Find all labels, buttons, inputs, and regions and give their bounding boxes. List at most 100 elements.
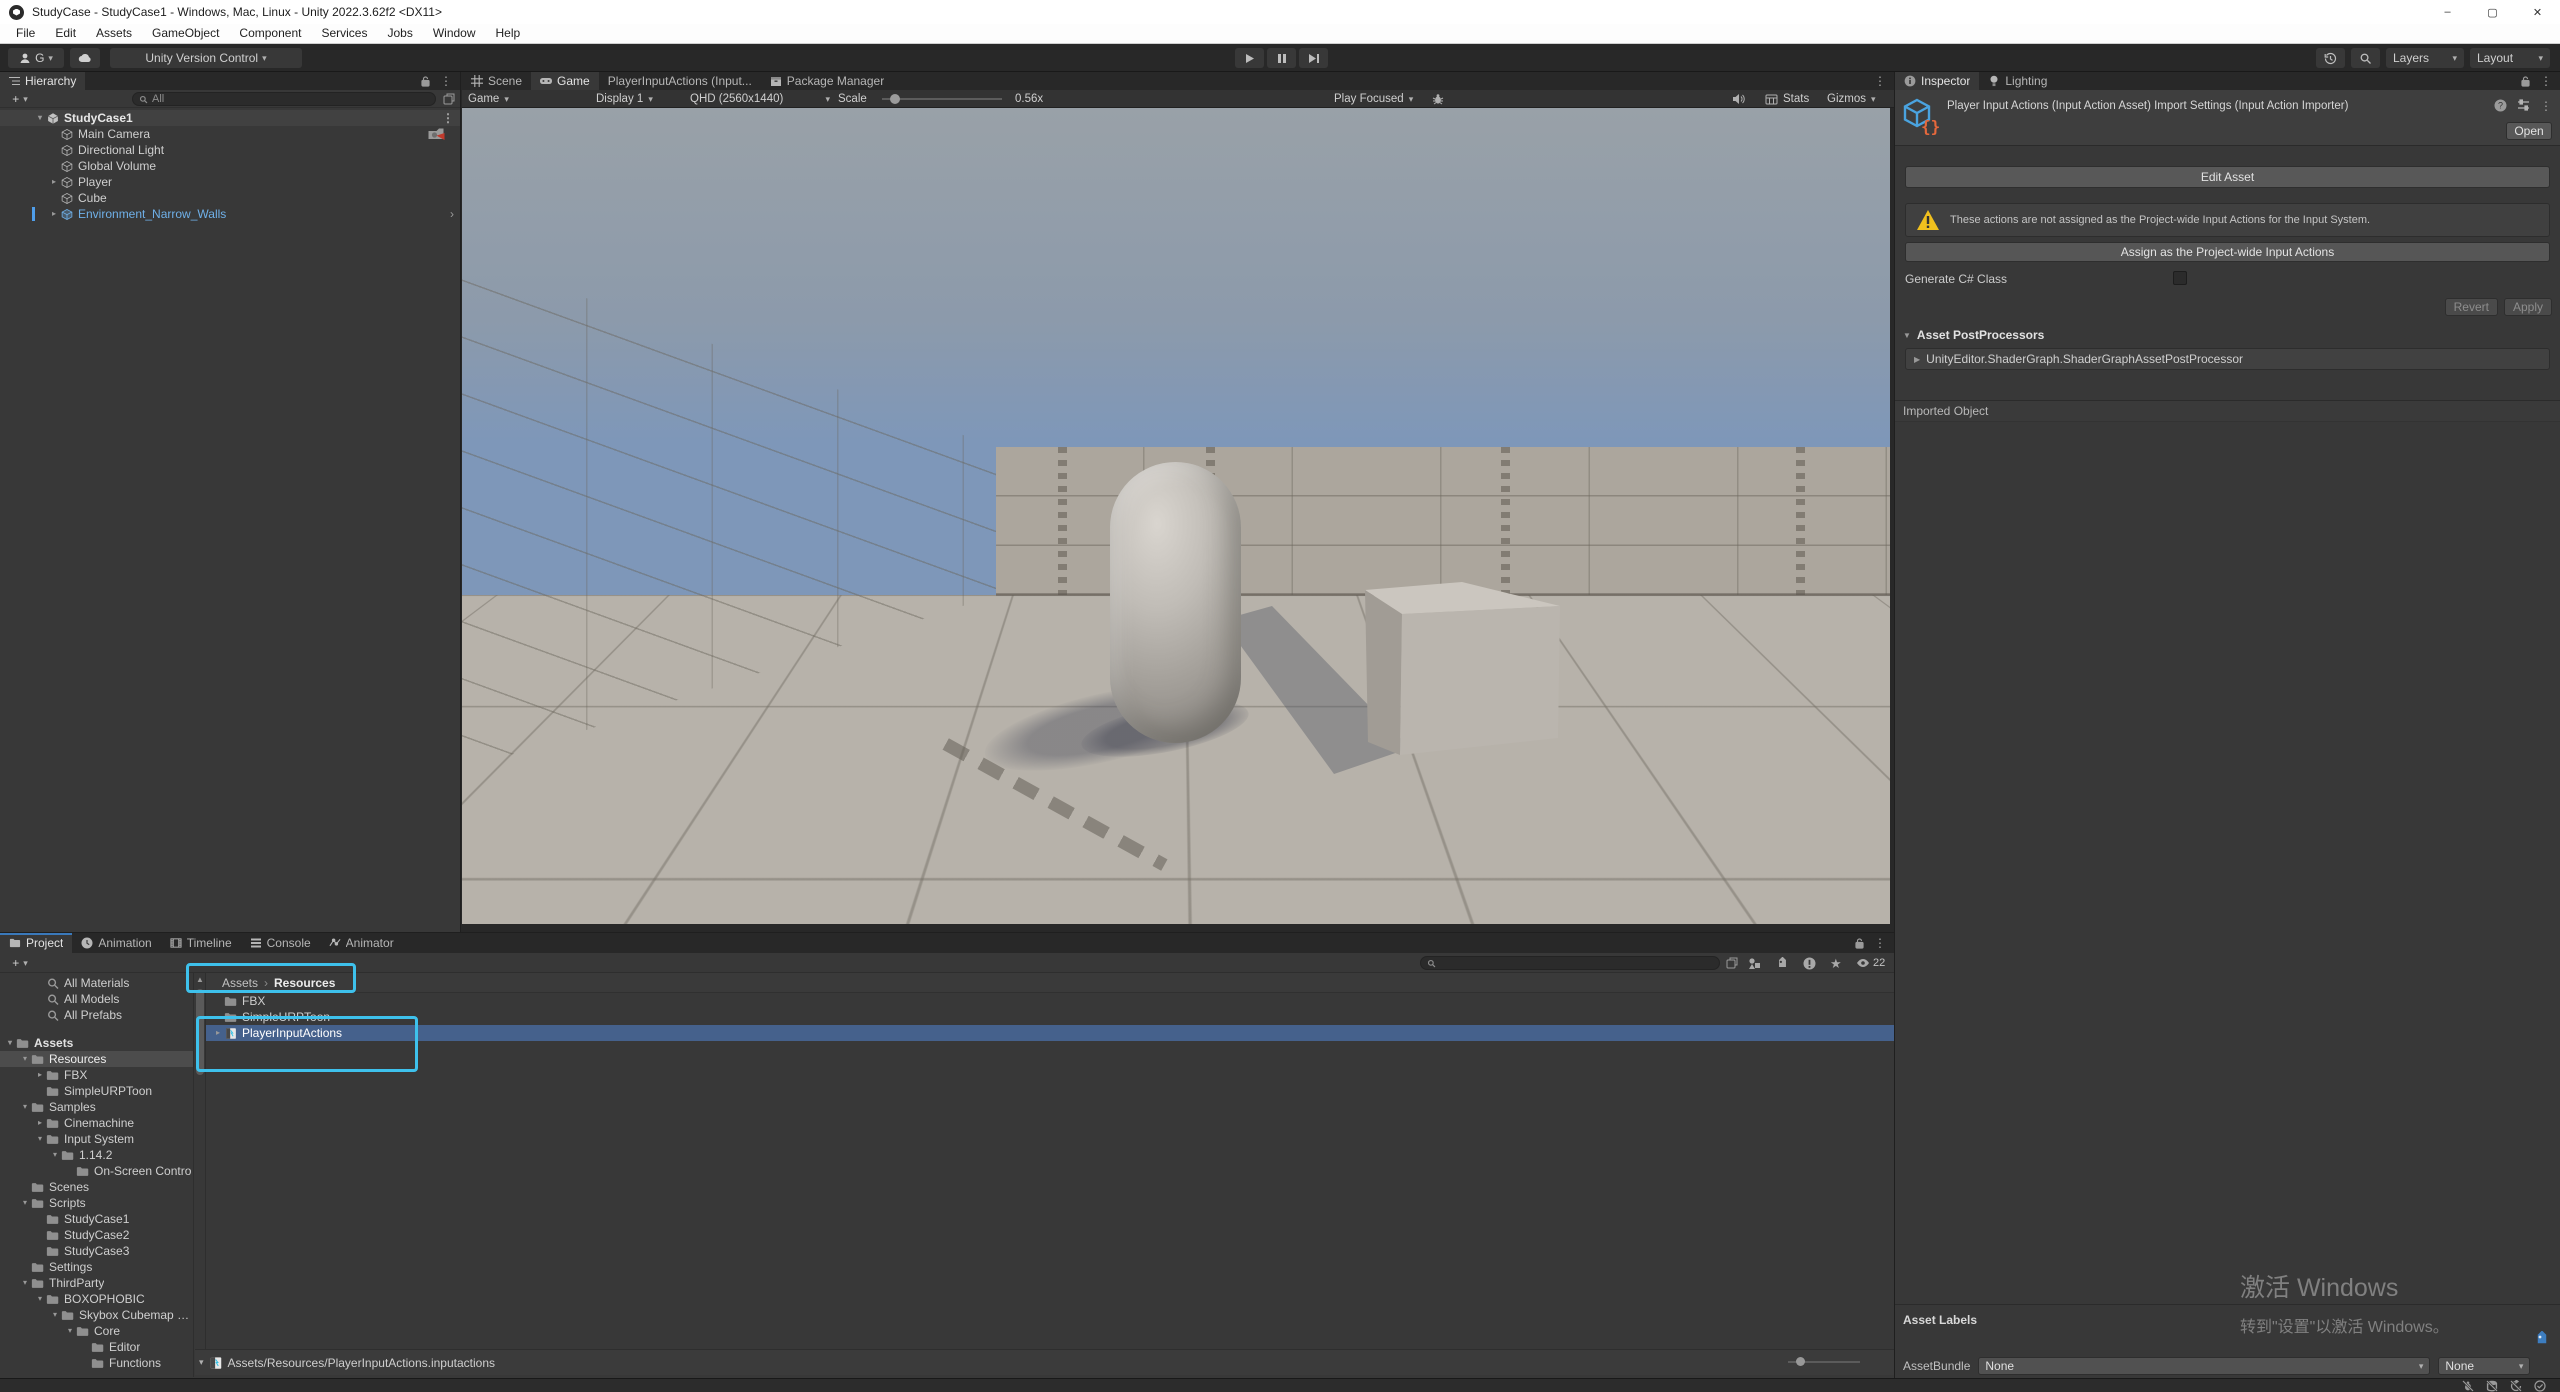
foldout-open-icon[interactable]: ▾	[19, 1099, 31, 1115]
foldout-open-icon[interactable]: ▾	[34, 1131, 46, 1147]
lock-icon[interactable]	[1855, 938, 1864, 949]
tab-game[interactable]: Game	[531, 72, 599, 90]
create-asset-button[interactable]: + ▾	[4, 956, 36, 970]
play-button[interactable]	[1235, 48, 1264, 68]
folder-input-system[interactable]: ▾Input System	[0, 1131, 193, 1147]
scale-slider-knob[interactable]	[890, 94, 900, 104]
revert-button[interactable]: Revert	[2445, 298, 2498, 316]
presets-icon[interactable]	[2517, 99, 2530, 113]
folder-scripts[interactable]: ▾Scripts	[0, 1195, 193, 1211]
pause-button[interactable]	[1267, 48, 1296, 68]
asset-playerinputactions[interactable]: ▸PlayerInputActions	[206, 1025, 1894, 1041]
folder-simpleurptoon[interactable]: SimpleURPToon	[0, 1083, 193, 1099]
kebab-menu-icon[interactable]: ⋮	[442, 110, 454, 126]
scroll-up-icon[interactable]: ▲	[194, 975, 206, 984]
close-button[interactable]: ✕	[2515, 0, 2560, 24]
foldout-closed-icon[interactable]: ▸	[34, 1115, 46, 1131]
display-dropdown[interactable]: Display 1▾	[596, 92, 684, 106]
tab-inspector[interactable]: Inspector	[1895, 72, 1979, 90]
menu-file[interactable]: File	[6, 24, 45, 43]
breadcrumb-root[interactable]: Assets	[222, 976, 258, 990]
vsync-grid-icon[interactable]	[1765, 92, 1778, 106]
favorite-all-materials[interactable]: All Materials	[0, 975, 193, 991]
tab-animation[interactable]: Animation	[72, 933, 160, 953]
maximize-button[interactable]: ▢	[2470, 0, 2515, 24]
menu-services[interactable]: Services	[311, 24, 377, 43]
hidden-count-toggle[interactable]: 22	[1856, 957, 1885, 969]
folder-editor[interactable]: Editor	[0, 1339, 193, 1355]
folder-cinemachine[interactable]: ▸Cinemachine	[0, 1115, 193, 1131]
cache-server-disabled-icon[interactable]	[2486, 1380, 2498, 1392]
kebab-menu-icon[interactable]: ⋮	[1874, 936, 1886, 950]
apply-button[interactable]: Apply	[2504, 298, 2552, 316]
folder-scenes[interactable]: Scenes	[0, 1179, 193, 1195]
folder-samples[interactable]: ▾Samples	[0, 1099, 193, 1115]
foldout-open-icon[interactable]: ▾	[64, 1323, 76, 1339]
chevron-right-icon[interactable]: ›	[450, 206, 454, 222]
compile-status-icon[interactable]	[2534, 1380, 2546, 1392]
tab-animator[interactable]: Animator	[320, 933, 403, 953]
game-display-target-dropdown[interactable]: Game▾	[468, 92, 558, 106]
project-tree-scrollbar[interactable]: ▲ ▼	[194, 973, 206, 1374]
kebab-menu-icon[interactable]: ⋮	[2540, 99, 2552, 113]
account-button[interactable]: G ▾	[8, 48, 64, 68]
open-button[interactable]: Open	[2506, 122, 2552, 140]
edit-asset-button[interactable]: Edit Asset	[1905, 166, 2550, 188]
search-button[interactable]	[2351, 48, 2380, 68]
folder-1-14-2[interactable]: ▾1.14.2	[0, 1147, 193, 1163]
tab-timeline[interactable]: Timeline	[161, 933, 241, 953]
lock-icon[interactable]	[2521, 76, 2530, 87]
folder-studycase1[interactable]: StudyCase1	[0, 1211, 193, 1227]
version-control-dropdown[interactable]: Unity Version Control ▾	[110, 48, 302, 68]
kebab-menu-icon[interactable]: ⋮	[1874, 74, 1886, 88]
menu-component[interactable]: Component	[229, 24, 311, 43]
hierarchy-item-directional-light[interactable]: Directional Light	[0, 142, 460, 158]
filter-by-type-icon[interactable]	[1748, 957, 1761, 969]
project-search-input[interactable]	[1420, 956, 1720, 970]
folder-boxophobic[interactable]: ▾BOXOPHOBIC	[0, 1291, 193, 1307]
folder-resources[interactable]: ▾Resources	[0, 1051, 193, 1067]
hierarchy-item-cube[interactable]: Cube	[0, 190, 460, 206]
breadcrumb[interactable]: Assets › Resources	[206, 973, 1894, 993]
hierarchy-search-input[interactable]: All	[132, 92, 436, 106]
assetbundle-dropdown[interactable]: None▾	[1978, 1357, 2430, 1375]
menu-assets[interactable]: Assets	[86, 24, 142, 43]
thumbnail-size-slider[interactable]	[1788, 1361, 1860, 1363]
assetbundle-variant-dropdown[interactable]: None▾	[2438, 1357, 2530, 1375]
auto-refresh-disabled-icon[interactable]	[2510, 1380, 2522, 1392]
hierarchy-item-environment-narrow-walls[interactable]: ▸Environment_Narrow_Walls›	[0, 206, 460, 222]
kebab-menu-icon[interactable]: ⋮	[440, 74, 452, 88]
folder-studycase2[interactable]: StudyCase2	[0, 1227, 193, 1243]
foldout-open-icon[interactable]: ▾	[19, 1195, 31, 1211]
hierarchy-item-studycase1[interactable]: ▾StudyCase1⋮	[0, 110, 460, 126]
folder-on-screen-contro[interactable]: On-Screen Contro	[0, 1163, 193, 1179]
add-gameobject-button[interactable]: + ▾	[4, 92, 36, 106]
foldout-open-icon[interactable]: ▾	[19, 1275, 31, 1291]
foldout-open-icon[interactable]: ▾	[19, 1051, 31, 1067]
folder-core[interactable]: ▾Core	[0, 1323, 193, 1339]
asset-label-tag-icon[interactable]	[2534, 1331, 2550, 1347]
stats-toggle[interactable]: Stats	[1783, 92, 1809, 106]
scale-slider[interactable]	[882, 92, 1002, 106]
folder-functions[interactable]: Functions	[0, 1355, 193, 1371]
foldout-open-icon[interactable]: ▾	[4, 1035, 16, 1051]
undo-history-button[interactable]	[2316, 48, 2345, 68]
foldout-closed-icon[interactable]: ▸	[48, 206, 60, 222]
cloud-button[interactable]	[70, 48, 100, 68]
postprocessor-item[interactable]: ▶ UnityEditor.ShaderGraph.ShaderGraphAss…	[1905, 348, 2550, 370]
tab-project[interactable]: Project	[0, 933, 72, 953]
breadcrumb-current[interactable]: Resources	[274, 976, 335, 990]
help-icon[interactable]: ?	[2494, 99, 2507, 113]
menu-window[interactable]: Window	[423, 24, 486, 43]
tab-scene[interactable]: Scene	[462, 72, 531, 90]
tab-playerinputactions-input[interactable]: PlayerInputActions (Input...	[599, 72, 761, 90]
hierarchy-item-global-volume[interactable]: Global Volume	[0, 158, 460, 174]
menu-edit[interactable]: Edit	[45, 24, 86, 43]
debug-bug-icon[interactable]	[1432, 92, 1444, 106]
resolution-dropdown[interactable]: QHD (2560x1440)▾	[690, 92, 830, 106]
foldout-closed-icon[interactable]: ▸	[212, 1025, 224, 1041]
menu-gameobject[interactable]: GameObject	[142, 24, 229, 43]
layers-dropdown[interactable]: Layers ▾	[2386, 48, 2464, 68]
folder-thirdparty[interactable]: ▾ThirdParty	[0, 1275, 193, 1291]
filter-by-label-icon[interactable]	[1776, 957, 1789, 970]
